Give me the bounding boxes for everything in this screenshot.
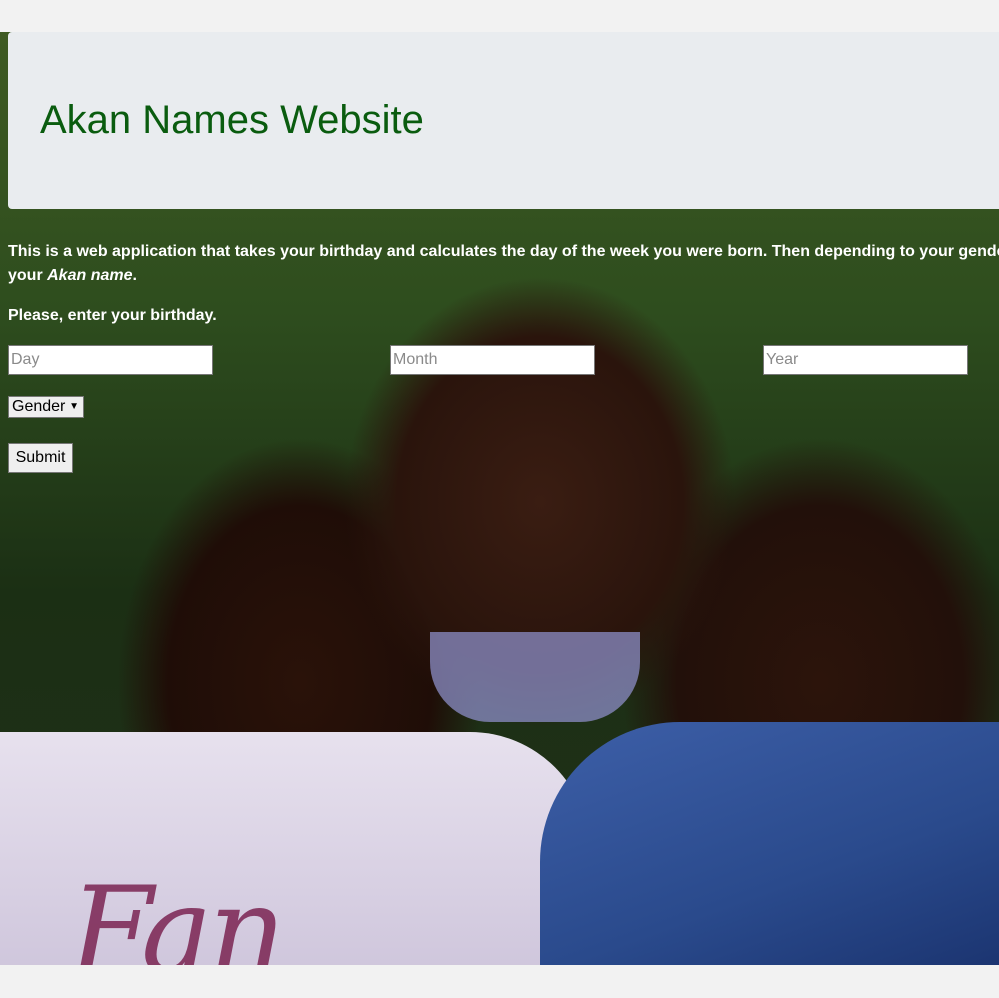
submit-button[interactable]: Submit	[8, 443, 73, 473]
gender-select-value: Gender	[12, 398, 66, 415]
intro-line-1: This is a web application that takes you…	[8, 243, 999, 260]
shirt-print-text: Fan	[70, 862, 286, 965]
main-content: This is a web application that takes you…	[8, 240, 999, 473]
intro-line-2-suffix: .	[132, 267, 137, 284]
month-input[interactable]	[390, 345, 595, 375]
intro-paragraph: This is a web application that takes you…	[8, 240, 999, 288]
collar-shape	[430, 632, 640, 722]
page-title: Akan Names Website	[40, 98, 424, 142]
gender-select[interactable]: Gender ▼	[8, 396, 84, 418]
akan-name-emphasis: Akan name	[47, 267, 133, 284]
birthday-prompt: Please, enter your birthday.	[8, 307, 217, 324]
site-header: Akan Names Website	[8, 32, 999, 209]
blue-shirt-shape	[540, 722, 999, 965]
dropdown-arrow-icon: ▼	[69, 401, 79, 412]
intro-line-2-prefix: your	[8, 267, 48, 284]
year-input[interactable]	[763, 345, 968, 375]
day-input[interactable]	[8, 345, 213, 375]
